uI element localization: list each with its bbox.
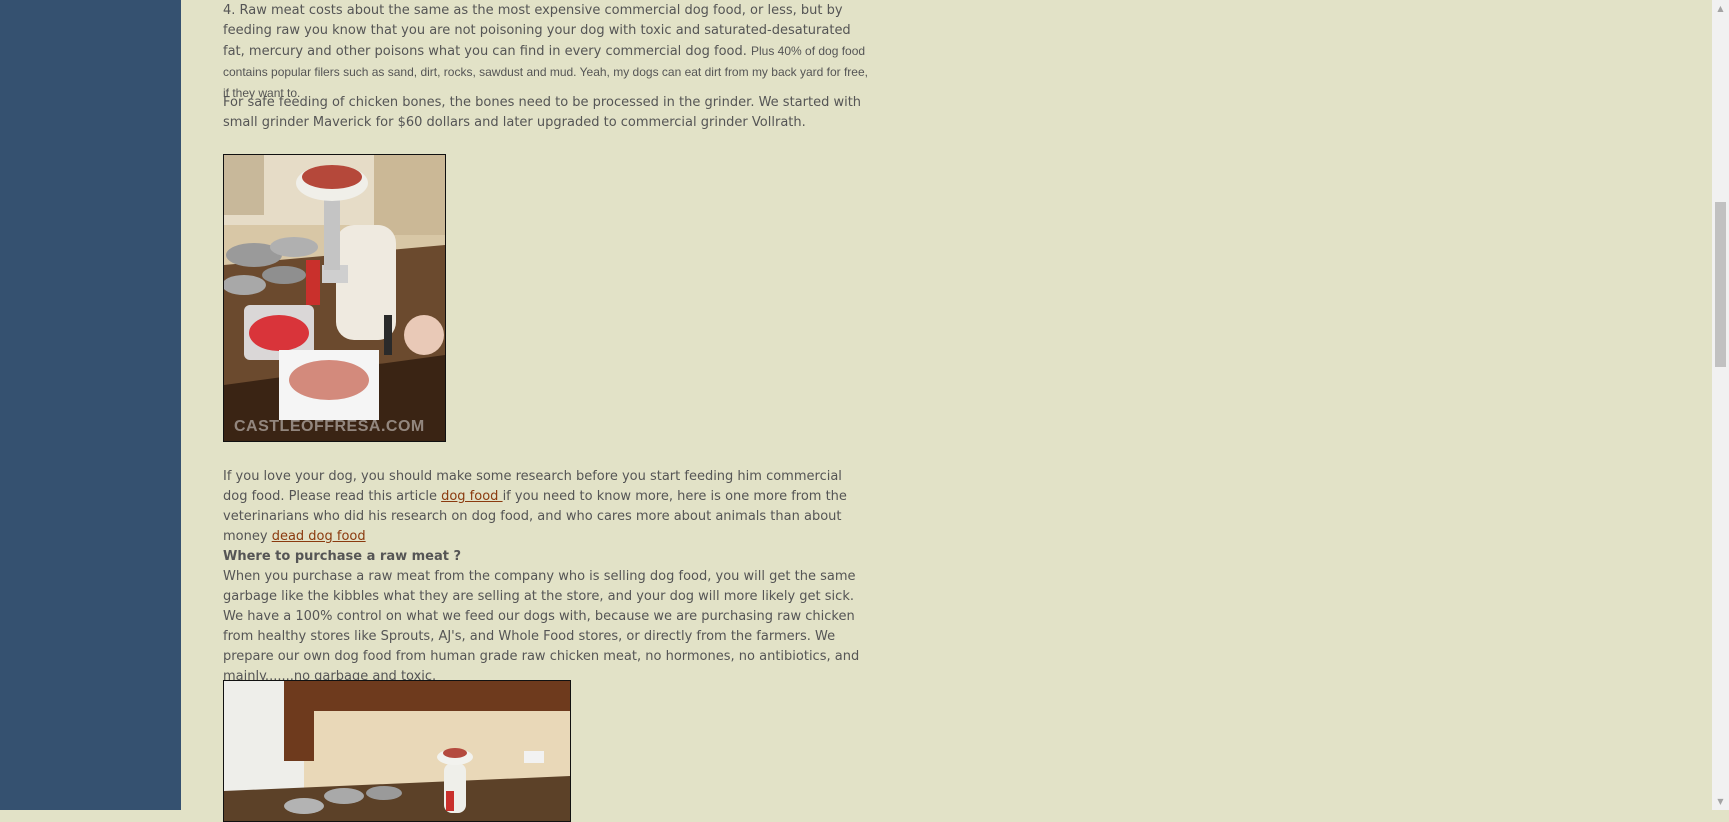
paragraph-research: If you love your dog, you should make so… (223, 467, 868, 547)
paragraph-raw-meat-cost: 4. Raw meat costs about the same as the … (223, 1, 868, 104)
dead-dog-food-link[interactable]: dead dog food (272, 529, 366, 544)
paragraph-grinder: For safe feeding of chicken bones, the b… (223, 95, 862, 130)
paragraph-purchase: When you purchase a raw meat from the co… (223, 569, 860, 684)
meat-grinder-photo: CASTLEOFFRESA.COM (223, 154, 446, 442)
scroll-down-arrow-icon[interactable]: ▼ (1712, 793, 1729, 810)
vertical-scrollbar[interactable]: ▲ ▼ (1712, 0, 1729, 810)
photo-watermark: CASTLEOFFRESA.COM (234, 418, 425, 435)
dog-food-link[interactable]: dog food (441, 489, 502, 504)
scrollbar-thumb[interactable] (1715, 202, 1726, 367)
left-sidebar (0, 0, 181, 810)
heading-where-to-purchase: Where to purchase a raw meat ? (223, 549, 462, 564)
scroll-up-arrow-icon[interactable]: ▲ (1712, 0, 1729, 17)
kitchen-photo (223, 680, 571, 822)
